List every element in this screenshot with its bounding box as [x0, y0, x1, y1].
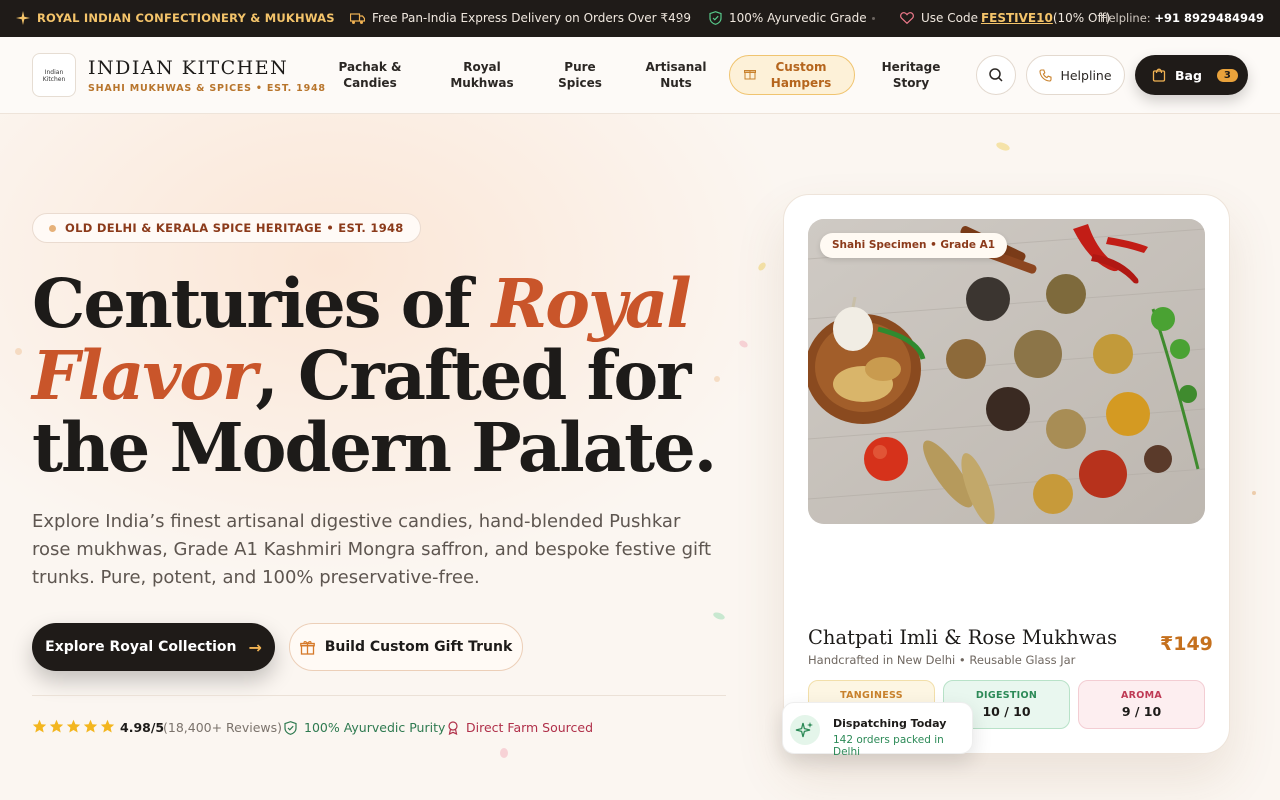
brand-subtitle: SHAHI MUKHWAS & SPICES • EST. 1948	[88, 83, 326, 94]
meter-value: 9 / 10	[1121, 704, 1162, 719]
star-icon	[49, 719, 64, 733]
meter-label: AROMA	[1120, 690, 1163, 701]
product-image	[808, 219, 1205, 524]
brand-logo[interactable]: Indian Kitchen	[32, 53, 76, 97]
announcement-brand: ROYAL INDIAN CONFECTIONERY & MUKHWAS	[16, 11, 335, 25]
nav-link-label: Pachak &	[338, 60, 402, 74]
star-icon	[32, 719, 47, 733]
search-icon	[989, 68, 1003, 82]
headline-part: , Crafted for	[255, 336, 691, 415]
product-title[interactable]: Chatpati Imli & Rose Mukhwas	[808, 626, 1117, 649]
rating-score: 4.98/5	[120, 720, 165, 735]
heritage-pill: OLD DELHI & KERALA SPICE HERITAGE • EST.…	[32, 213, 421, 243]
shield-check-icon	[284, 720, 297, 735]
hero-headline: Centuries of Royal Flavor, Crafted for t…	[32, 268, 752, 484]
separator-dot	[680, 17, 683, 20]
truck-icon	[350, 12, 365, 24]
trust-badge-farm: Direct Farm Sourced	[447, 720, 593, 735]
nav-link-heritage-story[interactable]: Heritage Story	[876, 59, 946, 91]
trust-badge-ayurvedic: 100% Ayurvedic Purity	[284, 720, 445, 735]
delivery-promo-text: Free Pan-India Express Delivery on Order…	[372, 11, 691, 25]
nav-link-custom-hampers[interactable]: Custom Hampers	[729, 55, 855, 95]
nav-link-royal-mukhwas[interactable]: Royal Mukhwas	[448, 59, 516, 91]
explore-collection-button[interactable]: Explore Royal Collection →	[32, 623, 275, 671]
bag-button[interactable]: Bag 3	[1135, 55, 1248, 95]
sparkle-icon	[16, 11, 30, 25]
nav-link-artisanal-nuts[interactable]: Artisanal Nuts	[642, 59, 710, 91]
helpline-label: Helpline:	[1099, 11, 1155, 25]
product-price: ₹149	[1160, 633, 1213, 655]
arrow-right-icon: →	[248, 637, 262, 657]
coupon-code[interactable]: FESTIVE10	[981, 11, 1053, 25]
nav-link-label: Candies	[343, 76, 397, 90]
announcement-bar: ROYAL INDIAN CONFECTIONERY & MUKHWAS Fre…	[0, 0, 1280, 37]
product-grade-badge: Shahi Specimen • Grade A1	[820, 233, 1008, 258]
shield-check-icon	[709, 11, 722, 25]
spices-illustration	[808, 219, 1205, 524]
search-button[interactable]	[976, 55, 1016, 95]
build-gift-trunk-label: Build Custom Gift Trunk	[324, 639, 513, 655]
meter-label: DIGESTION	[975, 690, 1038, 701]
star-icon	[100, 719, 115, 733]
nav-link-label: Spices	[558, 76, 602, 90]
aroma-meter: AROMA 9 / 10	[1078, 680, 1205, 729]
helpline-number: +91 8929484949	[1154, 11, 1264, 25]
trust-badge-label: Direct Farm Sourced	[466, 720, 594, 735]
logo-text-bottom: Kitchen	[42, 76, 66, 83]
main-navigation: Indian Kitchen INDIAN KITCHEN SHAHI MUKH…	[0, 37, 1280, 114]
dispatch-title: Dispatching Today	[833, 717, 947, 730]
nav-link-label: Pure	[564, 60, 596, 74]
dispatch-subtitle: 142 orders packed in Delhi	[833, 734, 944, 758]
divider	[32, 695, 726, 696]
nav-link-label: Artisanal	[645, 60, 707, 74]
phone-icon	[1039, 68, 1053, 82]
headline-part: the Modern Palate.	[32, 408, 717, 487]
gift-icon	[299, 640, 315, 655]
star-icon	[83, 719, 98, 733]
nav-link-label: Nuts	[660, 76, 692, 90]
product-subtitle: Handcrafted in New Delhi • Reusable Glas…	[808, 653, 1076, 667]
brand-title[interactable]: INDIAN KITCHEN	[88, 57, 288, 79]
coupon-promo: Use Code FESTIVE10 (10% Off)	[900, 11, 1110, 25]
gift-icon	[744, 70, 756, 80]
headline-part: Centuries of	[32, 264, 492, 343]
helpline-button-label: Helpline	[1060, 67, 1112, 83]
delivery-promo: Free Pan-India Express Delivery on Order…	[350, 11, 691, 25]
announcement-brand-text: ROYAL INDIAN CONFECTIONERY & MUKHWAS	[37, 11, 335, 25]
nav-link-label: Story	[892, 76, 930, 90]
star-icon	[66, 719, 81, 733]
logo-text-top: Indian	[44, 69, 64, 76]
dispatch-toast: Dispatching Today 142 orders packed in D…	[782, 702, 973, 758]
sparkles-icon	[790, 715, 820, 745]
headline-accent: Royal	[491, 264, 692, 343]
meter-label: TANGINESS	[840, 690, 903, 701]
hero-description: Explore India’s finest artisanal digesti…	[32, 511, 712, 588]
ayurvedic-promo-text: 100% Ayurvedic Grade	[729, 11, 867, 25]
shopping-bag-icon	[1152, 68, 1166, 82]
nav-link-pachak-candies[interactable]: Pachak & Candies	[336, 59, 404, 91]
confetti-decoration	[15, 348, 22, 355]
bag-label: Bag	[1175, 67, 1202, 83]
build-gift-trunk-button[interactable]: Build Custom Gift Trunk	[289, 623, 523, 671]
award-icon	[448, 720, 458, 735]
trust-badge-label: 100% Ayurvedic Purity	[304, 720, 446, 735]
explore-collection-label: Explore Royal Collection	[45, 639, 237, 655]
confetti-decoration	[500, 748, 508, 758]
nav-link-label: Royal	[463, 60, 501, 74]
bag-count-badge: 3	[1216, 68, 1238, 82]
nav-link-label: Mukhwas	[450, 76, 514, 90]
rating-stars	[32, 719, 115, 734]
coupon-prefix: Use Code	[921, 11, 978, 25]
nav-link-label: Heritage	[881, 60, 941, 74]
separator-dot	[872, 17, 875, 20]
confetti-decoration	[1252, 491, 1256, 495]
review-count[interactable]: (18,400+ Reviews)	[163, 720, 282, 735]
helpline-button[interactable]: Helpline	[1026, 55, 1125, 95]
helpline-topbar[interactable]: Helpline: +91 8929484949	[1100, 11, 1264, 25]
nav-link-pure-spices[interactable]: Pure Spices	[552, 59, 608, 91]
headline-accent: Flavor	[32, 336, 257, 415]
heart-icon	[900, 12, 914, 24]
ayurvedic-promo: 100% Ayurvedic Grade	[709, 11, 867, 25]
